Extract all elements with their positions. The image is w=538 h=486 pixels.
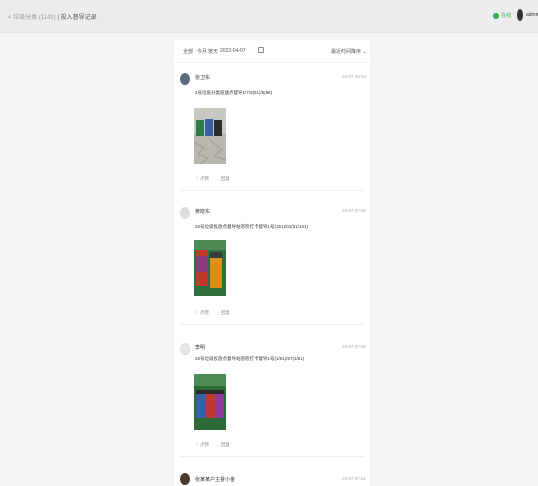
sort-label: 最近时间降序: [331, 49, 362, 55]
post-actions: ♡ 点赞 ◌ 回复: [195, 310, 230, 316]
author-name[interactable]: 张某某户主督小金: [195, 476, 235, 483]
post-actions: ♡ 点赞 ◌ 回复: [195, 442, 230, 448]
thumb-up-icon: ♡: [195, 442, 200, 447]
post-actions: ♡ 点赞 ◌ 回复: [195, 176, 230, 182]
post-time: 04-07 07:51: [342, 476, 367, 481]
user-menu[interactable]: admin: [517, 9, 538, 21]
filter-month[interactable]: 今月: [197, 48, 207, 55]
filter-bar: 全部 今月 按天 2022-04-07 最近时间降序 ⌄: [174, 40, 370, 63]
filter-all[interactable]: 全部: [183, 48, 193, 55]
divider: [180, 190, 364, 191]
comment-icon: ◌: [217, 176, 220, 182]
post-time: 04-07 07:58: [342, 344, 367, 349]
post-time: 04-07 07:59: [342, 208, 367, 213]
thumb-up-icon: ♡: [195, 310, 200, 315]
post-photo[interactable]: [194, 240, 226, 296]
breadcrumb: < 垃圾分类 (1143) | 投入督导记录: [8, 12, 97, 21]
chevron-down-icon: ⌄: [362, 49, 367, 55]
post-content: 2号垃圾分类投放点督导1/7/2(51)/6(56): [195, 90, 273, 95]
filter-day[interactable]: 按天: [208, 48, 218, 55]
user-name: admin: [526, 12, 538, 18]
page-title: | 投入督导记录: [57, 15, 97, 21]
author-name[interactable]: 张卫东: [195, 74, 210, 81]
avatar: [180, 73, 190, 85]
status-indicator: 在线: [493, 12, 511, 19]
post-content: 26号垃圾投放点督导站巡检打卡督导1号(151)/01(51/151): [195, 224, 309, 229]
calendar-icon[interactable]: [258, 47, 264, 53]
post-photo[interactable]: [194, 108, 226, 164]
comment-button[interactable]: ◌ 回复: [217, 176, 230, 182]
thumb-up-icon: ♡: [195, 176, 200, 181]
like-button[interactable]: ♡ 点赞: [195, 442, 209, 448]
online-dot-icon: [493, 12, 499, 19]
author-name[interactable]: 李明: [195, 344, 205, 351]
divider: [180, 456, 364, 457]
record-panel: 全部 今月 按天 2022-04-07 最近时间降序 ⌄ 张卫东 04-07 0…: [174, 40, 370, 486]
comment-button[interactable]: ◌ 回复: [217, 310, 230, 316]
avatar: [517, 9, 523, 21]
like-button[interactable]: ♡ 点赞: [195, 310, 209, 316]
avatar: [180, 473, 190, 485]
comment-icon: ◌: [217, 310, 220, 316]
like-button[interactable]: ♡ 点赞: [195, 176, 209, 182]
bins-photo-icon: [194, 374, 226, 430]
top-bar: < 垃圾分类 (1143) | 投入督导记录 在线 admin: [0, 0, 538, 33]
avatar: [180, 207, 190, 219]
back-link[interactable]: < 垃圾分类 (1143): [8, 15, 56, 21]
comment-icon: ◌: [217, 442, 220, 448]
sort-dropdown[interactable]: 最近时间降序 ⌄: [331, 48, 367, 55]
author-name[interactable]: 黄晓东: [195, 208, 210, 215]
status-text: 在线: [501, 13, 512, 19]
divider: [180, 324, 364, 325]
post-time: 04-07 09:44: [342, 74, 367, 79]
bins-photo-icon: [194, 240, 226, 296]
post-photo[interactable]: [194, 374, 226, 430]
comment-button[interactable]: ◌ 回复: [217, 442, 230, 448]
post-content: 26号垃圾投放点督导站巡检打卡督导1号(1/61)/67(1/51): [195, 356, 305, 361]
avatar: [180, 343, 190, 355]
bins-photo-icon: [194, 108, 226, 164]
date-input[interactable]: 2022-04-07: [220, 48, 246, 54]
